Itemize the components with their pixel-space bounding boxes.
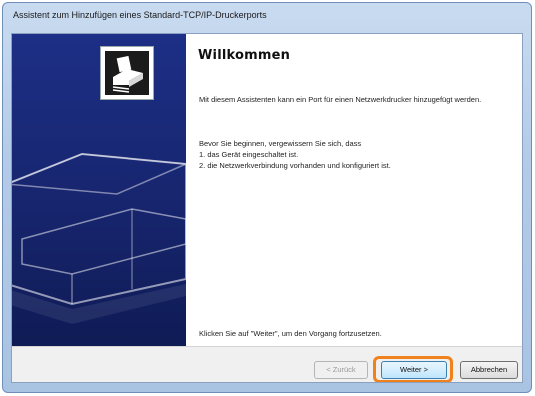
back-button[interactable]: < Zurück [314,361,368,379]
cancel-button[interactable]: Abbrechen [460,361,518,379]
wizard-content: Willkommen Mit diesem Assistenten kann e… [186,34,522,346]
checklist-item: 1. das Gerät eingeschaltet ist. [199,150,299,159]
intro-text: Mit diesem Assistenten kann ein Port für… [199,95,482,104]
continue-hint: Klicken Sie auf "Weiter", um den Vorgang… [199,329,382,338]
wizard-window: Assistent zum Hinzufügen eines Standard-… [2,2,532,393]
button-bar: < Zurück Weiter > Abbrechen [12,346,522,382]
checklist-item: 2. die Netzwerkverbindung vorhanden und … [199,161,391,170]
next-button[interactable]: Weiter > [381,361,447,379]
title-bar: Assistent zum Hinzufügen eines Standard-… [3,3,531,31]
wizard-body: Willkommen Mit diesem Assistenten kann e… [11,33,523,383]
side-panel-graphic [12,152,186,324]
wizard-side-panel [12,34,186,346]
page-title: Willkommen [198,48,291,63]
prerequisite-label: Bevor Sie beginnen, vergewissern Sie sic… [199,139,362,148]
printer-wizard-icon [100,46,154,100]
window-title: Assistent zum Hinzufügen eines Standard-… [13,10,267,20]
